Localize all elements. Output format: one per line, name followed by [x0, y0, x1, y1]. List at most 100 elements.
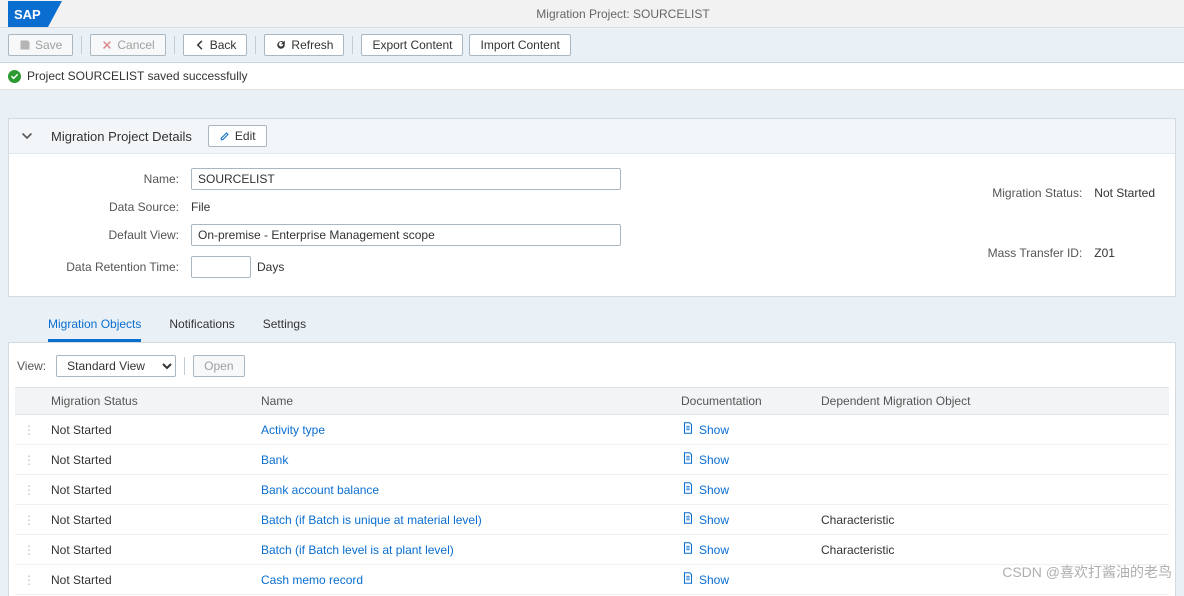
collapse-toggle[interactable]: [19, 128, 35, 144]
export-content-button[interactable]: Export Content: [361, 34, 463, 56]
cell-documentation: Show: [673, 475, 813, 505]
col-documentation[interactable]: Documentation: [673, 388, 813, 415]
migration-objects-table: Migration Status Name Documentation Depe…: [15, 387, 1169, 596]
open-label: Open: [204, 359, 233, 373]
chevron-left-icon: [194, 39, 206, 51]
drag-handle[interactable]: ⋮: [15, 475, 43, 505]
data-retention-unit: Days: [257, 260, 284, 274]
app-header: SAP Migration Project: SOURCELIST: [0, 0, 1184, 28]
name-input[interactable]: [191, 168, 621, 190]
table-row[interactable]: ⋮Not Started Batch (if Batch is unique at…: [15, 505, 1169, 535]
cell-status: Not Started: [43, 445, 253, 475]
col-dependent[interactable]: Dependent Migration Object: [813, 388, 1169, 415]
show-link[interactable]: Show: [699, 423, 729, 437]
cell-dependent: Characteristic: [813, 505, 1169, 535]
show-link[interactable]: Show: [699, 453, 729, 467]
cell-dependent: [813, 565, 1169, 595]
data-retention-input[interactable]: [191, 256, 251, 278]
object-link[interactable]: Batch (if Batch is unique at material le…: [261, 513, 482, 527]
cell-documentation: Show: [673, 535, 813, 565]
tab-strip: Migration Objects Notifications Settings: [8, 307, 1176, 342]
table-row[interactable]: ⋮Not Started Bank Show: [15, 445, 1169, 475]
cell-documentation: Show: [673, 445, 813, 475]
document-icon: [681, 481, 695, 498]
document-icon: [681, 541, 695, 558]
show-link[interactable]: Show: [699, 513, 729, 527]
separator: [352, 36, 353, 54]
refresh-label: Refresh: [291, 38, 333, 52]
import-label: Import Content: [480, 38, 559, 52]
back-button[interactable]: Back: [183, 34, 248, 56]
separator: [184, 357, 185, 375]
cell-documentation: Show: [673, 415, 813, 445]
separator: [174, 36, 175, 54]
document-icon: [681, 421, 695, 438]
default-view-input[interactable]: [191, 224, 621, 246]
cell-name: Activity type: [253, 415, 673, 445]
chevron-down-icon: [19, 128, 35, 144]
save-icon: [19, 39, 31, 51]
object-link[interactable]: Bank: [261, 453, 288, 467]
separator: [81, 36, 82, 54]
table-row[interactable]: ⋮Not Started Batch (if Batch level is at …: [15, 535, 1169, 565]
cell-dependent: Characteristic: [813, 535, 1169, 565]
tab-migration-objects[interactable]: Migration Objects: [48, 307, 141, 342]
sap-logo: SAP: [8, 1, 62, 27]
cell-status: Not Started: [43, 505, 253, 535]
col-migration-status[interactable]: Migration Status: [43, 388, 253, 415]
content-area: Migration Project Details Edit Name: Dat…: [0, 108, 1184, 596]
mass-transfer-id-label: Mass Transfer ID:: [952, 246, 1082, 260]
tab-settings[interactable]: Settings: [263, 307, 306, 342]
edit-button[interactable]: Edit: [208, 125, 267, 147]
migration-status-label: Migration Status:: [952, 186, 1082, 200]
refresh-button[interactable]: Refresh: [264, 34, 344, 56]
table-row[interactable]: ⋮Not Started Bank account balance Show: [15, 475, 1169, 505]
view-select[interactable]: Standard View: [56, 355, 176, 377]
document-icon: [681, 451, 695, 468]
drag-handle[interactable]: ⋮: [15, 565, 43, 595]
drag-handle[interactable]: ⋮: [15, 505, 43, 535]
details-panel: Migration Project Details Edit Name: Dat…: [8, 118, 1176, 297]
show-link[interactable]: Show: [699, 573, 729, 587]
close-icon: [101, 39, 113, 51]
refresh-icon: [275, 39, 287, 51]
cell-status: Not Started: [43, 565, 253, 595]
object-link[interactable]: Activity type: [261, 423, 325, 437]
back-label: Back: [210, 38, 237, 52]
cell-name: Bank account balance: [253, 475, 673, 505]
save-button: Save: [8, 34, 73, 56]
cell-status: Not Started: [43, 475, 253, 505]
cell-dependent: [813, 475, 1169, 505]
object-link[interactable]: Bank account balance: [261, 483, 379, 497]
show-link[interactable]: Show: [699, 483, 729, 497]
drag-handle[interactable]: ⋮: [15, 445, 43, 475]
col-name[interactable]: Name: [253, 388, 673, 415]
tab-notifications[interactable]: Notifications: [169, 307, 234, 342]
cell-name: Batch (if Batch level is at plant level): [253, 535, 673, 565]
object-link[interactable]: Cash memo record: [261, 573, 363, 587]
default-view-label: Default View:: [29, 228, 179, 242]
mass-transfer-id-value: Z01: [1094, 246, 1155, 260]
data-source-label: Data Source:: [29, 200, 179, 214]
panel-title: Migration Project Details: [51, 129, 192, 144]
table-row[interactable]: ⋮Not Started Cash memo record Show: [15, 565, 1169, 595]
app-toolbar: Save Cancel Back Refresh Export Content …: [0, 28, 1184, 63]
success-icon: [8, 70, 21, 83]
document-icon: [681, 511, 695, 528]
cell-status: Not Started: [43, 535, 253, 565]
cell-name: Bank: [253, 445, 673, 475]
cancel-label: Cancel: [117, 38, 154, 52]
import-content-button[interactable]: Import Content: [469, 34, 570, 56]
data-retention-label: Data Retention Time:: [29, 260, 179, 274]
export-label: Export Content: [372, 38, 452, 52]
table-row[interactable]: ⋮Not Started Activity type Show: [15, 415, 1169, 445]
cell-status: Not Started: [43, 415, 253, 445]
cell-dependent: [813, 445, 1169, 475]
drag-handle[interactable]: ⋮: [15, 535, 43, 565]
object-link[interactable]: Batch (if Batch level is at plant level): [261, 543, 454, 557]
show-link[interactable]: Show: [699, 543, 729, 557]
drag-handle[interactable]: ⋮: [15, 415, 43, 445]
document-icon: [681, 571, 695, 588]
cancel-button: Cancel: [90, 34, 165, 56]
page-title: Migration Project: SOURCELIST: [70, 7, 1176, 21]
